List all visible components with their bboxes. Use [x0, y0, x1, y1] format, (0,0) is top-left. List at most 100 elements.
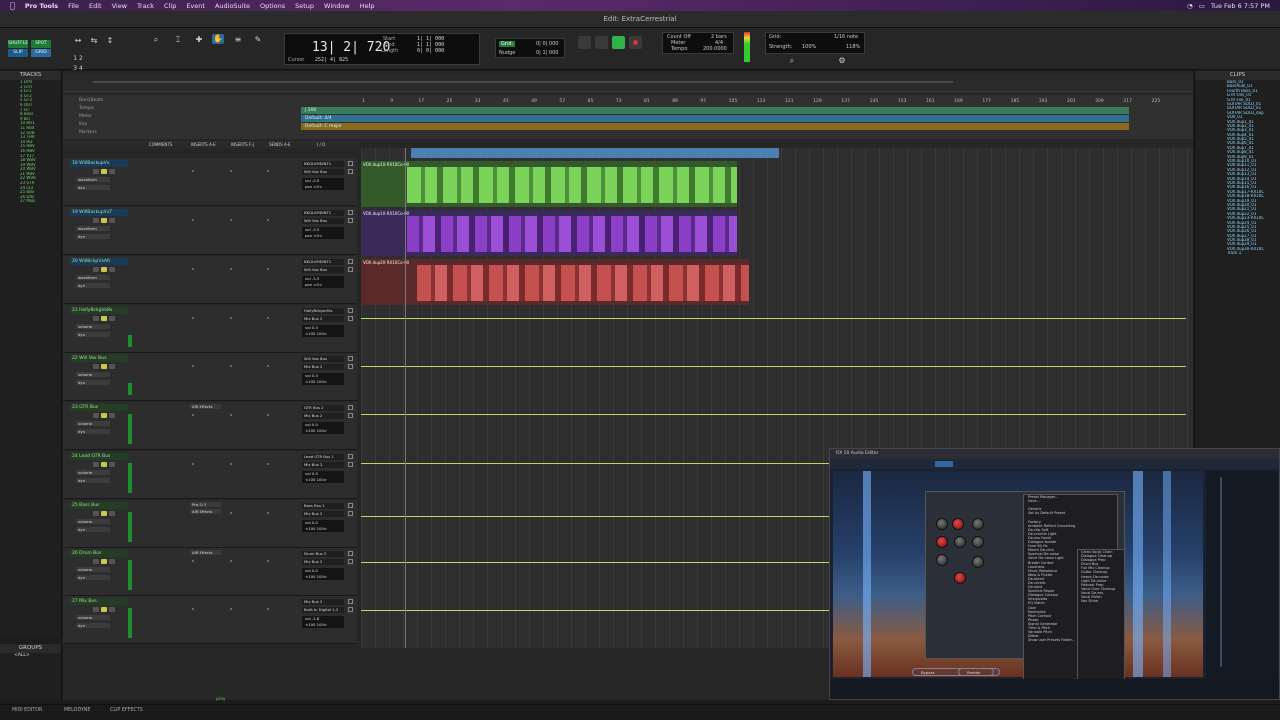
track-output-window-icon[interactable] [348, 161, 353, 166]
input-selector[interactable]: Drum Bus 2 [302, 551, 344, 557]
record-arm-button[interactable] [93, 169, 99, 174]
tempo-meter-box[interactable]: Count Off 2 bars Meter 4/4 Tempo 200.000… [662, 32, 734, 54]
track-output-window-icon[interactable] [348, 364, 353, 369]
clip-list-item[interactable]: Track 1 [1195, 251, 1280, 255]
insert-slot[interactable] [192, 463, 194, 465]
track-name[interactable]: 21 HollyBckgVoBs [70, 307, 128, 314]
track-header[interactable]: 20 WillBckpVxAlt waveform dyn BKGLVMDINT1 Wi… [63, 256, 357, 304]
track-header[interactable]: 25 Bass Bus volume dyn Bass Bus 1 Mix Bus 2 v… [63, 500, 357, 548]
mute-button[interactable] [109, 169, 115, 174]
zoom-value[interactable]: 118% [846, 44, 860, 50]
track-output-window-icon[interactable] [348, 511, 353, 516]
rx-render-button[interactable]: Render [958, 668, 994, 676]
track-output-window-icon[interactable] [348, 169, 353, 174]
track-output-window-icon[interactable] [348, 218, 353, 223]
record-arm-button[interactable] [93, 559, 99, 564]
output-selector[interactable]: Mix Bus 2 [302, 559, 344, 565]
track-playlist-selector[interactable]: dyn [76, 283, 110, 288]
selector-tool-icon[interactable]: ✚ [193, 35, 205, 45]
group-all[interactable]: <ALL> [0, 653, 61, 658]
solo-button[interactable] [101, 511, 107, 516]
zoom-out-icon[interactable]: ↔ [72, 36, 84, 46]
input-selector[interactable]: BKGLVMDINT1 [302, 210, 344, 216]
solo-button[interactable] [101, 413, 107, 418]
input-selector[interactable]: BKGLVMDINT1 [302, 161, 344, 167]
tab-melodyne[interactable]: MELODYNE [64, 708, 90, 713]
track-output-window-icon[interactable] [348, 599, 353, 604]
output-selector[interactable]: Mix Bus 2 [302, 511, 344, 517]
col-inserts-ae[interactable]: INSERTS A-E [191, 142, 216, 147]
pan-value[interactable]: <100 100> [305, 379, 344, 385]
insert-slot[interactable] [230, 170, 232, 172]
col-io[interactable]: I / O [317, 142, 325, 147]
grid-mode-button[interactable]: GRID [31, 49, 51, 57]
track-output-window-icon[interactable] [348, 210, 353, 215]
rx-active-tab[interactable] [935, 461, 953, 467]
markers-ruler[interactable] [301, 131, 1129, 138]
meter-ruler[interactable]: Default: 4/4 [301, 115, 1129, 122]
insert-slot[interactable] [192, 317, 194, 319]
input-selector[interactable]: Bass Bus 1 [302, 503, 344, 509]
track-view-selector[interactable]: volume [76, 567, 110, 572]
rx-scroll-track[interactable] [1220, 477, 1222, 667]
input-selector[interactable]: HollyBckgndVx [302, 308, 344, 314]
tempo-ruler[interactable]: J 200 [301, 107, 1129, 114]
track-name[interactable]: 27 Mix Bus [70, 598, 128, 605]
record-arm-button[interactable] [93, 413, 99, 418]
output-selector[interactable]: Built-in Digital 1-2 [302, 607, 344, 613]
output-selector[interactable]: Will Vox Bus [302, 218, 344, 224]
menu-clip[interactable]: Clip [164, 2, 176, 10]
pencil-tool-icon[interactable]: ✎ [252, 35, 264, 45]
col-sends-ae[interactable]: SENDS A-E [269, 142, 291, 147]
track21-volume-line[interactable] [361, 318, 1186, 319]
rx-submenu-item[interactable]: Vox Shine [1078, 599, 1124, 603]
track-header[interactable]: 18 WillBackupVx waveform dyn BKGLVMDINT1 Wil… [63, 158, 357, 206]
volume-pan-readout[interactable]: vol -3.5 pan >0< [302, 227, 344, 239]
track-name[interactable]: 25 Bass Bus [70, 502, 128, 509]
volume-pan-readout[interactable]: vol 0.0 <100 100> [302, 325, 344, 337]
track-view-selector[interactable]: waveform [76, 226, 110, 231]
solo-button[interactable] [101, 169, 107, 174]
track-header[interactable]: 27 Mix Bus volume dyn Mix Bus 2 Built-in Dig… [63, 596, 357, 644]
insert-plugin[interactable]: AIR Effects [190, 550, 221, 555]
gear-icon[interactable]: ⚙ [836, 56, 848, 66]
track-output-window-icon[interactable] [348, 607, 353, 612]
track-view-selector[interactable]: volume [76, 470, 110, 475]
pan-value[interactable]: <100 100> [305, 477, 344, 483]
record-arm-button[interactable] [93, 462, 99, 467]
rx-knob[interactable] [954, 572, 966, 584]
track-output-window-icon[interactable] [348, 413, 353, 418]
wifi-icon[interactable]: ◔ [1187, 2, 1193, 10]
track20-clip[interactable]: VOX.dup20-RX10Co-00 [361, 259, 749, 305]
insert-slot[interactable] [192, 268, 194, 270]
top-clip-strip[interactable] [411, 148, 779, 158]
track-playlist-selector[interactable]: dyn [76, 380, 110, 385]
solo-button[interactable] [101, 462, 107, 467]
volume-pan-readout[interactable]: vol 0.0 <100 100> [302, 422, 344, 434]
send-slot[interactable] [267, 414, 269, 416]
zoom-in-icon[interactable]: ⇆ [88, 36, 100, 46]
track-playlist-selector[interactable]: dyn [76, 332, 110, 337]
menu-view[interactable]: View [112, 2, 127, 10]
search-icon[interactable]: ⌕ [786, 56, 798, 66]
track-header[interactable]: 24 Lead GTR Bus volume dyn Lead GTR Bus 1 Mi… [63, 451, 357, 499]
track-playlist-selector[interactable]: dyn [76, 575, 110, 580]
pan-value[interactable]: <100 100> [305, 331, 344, 337]
record-arm-button[interactable] [93, 267, 99, 272]
universe-strip[interactable] [63, 74, 1193, 92]
rx-knob[interactable] [952, 518, 964, 530]
track-playlist-selector[interactable]: dyn [76, 623, 110, 628]
pan-value[interactable]: pan >0< [305, 233, 344, 239]
mute-button[interactable] [109, 364, 115, 369]
volume-pan-readout[interactable]: vol -3.3 pan >0< [302, 276, 344, 288]
shuffle-mode-button[interactable]: SHUFFLE [8, 40, 28, 48]
send-slot[interactable] [267, 608, 269, 610]
track-playlist-selector[interactable]: dyn [76, 478, 110, 483]
mute-button[interactable] [109, 511, 115, 516]
output-selector[interactable]: Mix Bus 2 [302, 462, 344, 468]
menu-help[interactable]: Help [360, 2, 375, 10]
insert-slot[interactable] [192, 219, 194, 221]
track18-clip[interactable]: VOX.dup10-RX10Co-00 [361, 161, 737, 207]
key-marker[interactable]: Default: C major [305, 124, 342, 129]
tab-clip-effects[interactable]: CLIP EFFECTS [110, 708, 143, 713]
